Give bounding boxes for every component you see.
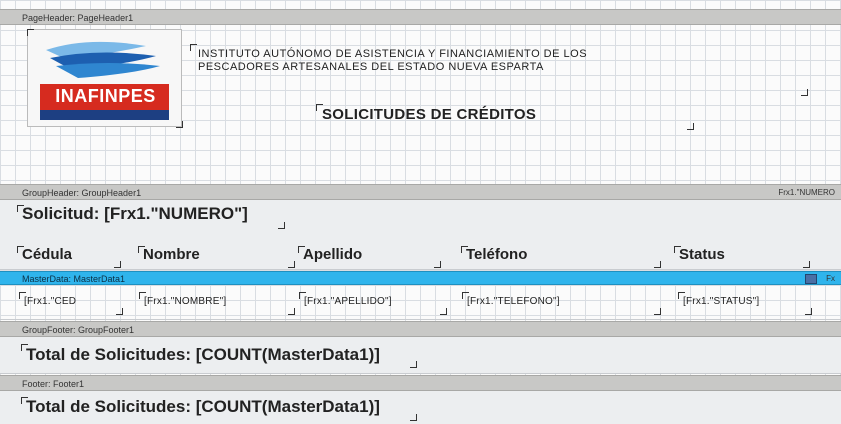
logo-corner-br [176,121,183,128]
telefono-corner-tl [461,246,468,253]
status-corner-br [803,261,810,268]
logo-text: INAFINPES [55,86,156,106]
institution-corner-tl [190,44,197,51]
apellido-corner-tl [298,246,305,253]
group-total-corner-br [410,361,417,368]
solicitud-corner-br [278,222,285,229]
institution-text[interactable]: INSTITUTO AUTÓNOMO DE ASISTENCIA Y FINAN… [198,48,587,74]
page-header-band-title[interactable]: PageHeader: PageHeader1 [0,9,841,25]
page-header-band-label: PageHeader: PageHeader1 [22,13,134,23]
group-header-band-title[interactable]: GroupHeader: GroupHeader1 Frx1."NUMERO [0,184,841,200]
col-header-status[interactable]: Status [679,246,725,263]
field-nombre[interactable]: [Frx1."NOMBRE"] [144,296,226,307]
field-status[interactable]: [Frx1."STATUS"] [683,296,759,307]
group-header-band-label: GroupHeader: GroupHeader1 [22,188,142,198]
footer-total-corner-br [410,414,417,421]
logo-corner-tl [27,29,34,36]
solicitud-corner-tl [17,205,24,212]
col-header-telefono[interactable]: Teléfono [466,246,527,263]
master-data-band-title[interactable]: MasterData: MasterData1 Fx [0,271,841,285]
apellido-field-corner-br [440,308,447,315]
status-field-corner-br [805,308,812,315]
field-apellido[interactable]: [Frx1."APELLIDO"] [304,296,392,307]
group-total-corner-tl [21,344,28,351]
band-options-icon[interactable] [805,274,817,284]
nombre-corner-br [288,261,295,268]
title-corner-tl [316,104,323,111]
master-data-right-label: Fx [826,274,835,283]
status-corner-tl [674,246,681,253]
nombre-field-corner-tl [139,292,146,299]
cedula-corner-tl [17,246,24,253]
field-ced[interactable]: [Frx1."CED [24,296,76,307]
apellido-field-corner-tl [299,292,306,299]
nombre-field-corner-br [288,308,295,315]
cedula-corner-br [114,261,121,268]
footer-total[interactable]: Total de Solicitudes: [COUNT(MasterData1… [26,397,380,417]
telefono-corner-br [654,261,661,268]
report-title[interactable]: SOLICITUDES DE CRÉDITOS [322,106,536,123]
institution-line-2: PESCADORES ARTESANALES DEL ESTADO NUEVA … [198,61,544,73]
field-telefono[interactable]: [Frx1."TELEFONO"] [467,296,560,307]
ced-corner-tl [19,292,26,299]
apellido-corner-br [434,261,441,268]
status-field-corner-tl [678,292,685,299]
master-data-band-label: MasterData: MasterData1 [22,274,126,284]
report-design-area[interactable]: PageHeader: PageHeader1 INAFINPES INSTIT… [0,0,841,424]
group-header-condition: Frx1."NUMERO [778,188,835,197]
col-header-apellido[interactable]: Apellido [303,246,362,263]
inafinpes-logo[interactable]: INAFINPES [27,29,182,127]
title-corner-br [687,123,694,130]
telefono-field-corner-br [654,308,661,315]
institution-corner-br [801,89,808,96]
col-header-cedula[interactable]: Cédula [22,246,72,263]
footer-band-title[interactable]: Footer: Footer1 [0,375,841,391]
group-footer-band-label: GroupFooter: GroupFooter1 [22,325,135,335]
footer-total-corner-tl [21,397,28,404]
footer-band-label: Footer: Footer1 [22,379,85,389]
institution-line-1: INSTITUTO AUTÓNOMO DE ASISTENCIA Y FINAN… [198,48,588,60]
group-footer-total[interactable]: Total de Solicitudes: [COUNT(MasterData1… [26,345,380,365]
telefono-field-corner-tl [462,292,469,299]
nombre-corner-tl [138,246,145,253]
solicitud-field[interactable]: Solicitud: [Frx1."NUMERO"] [22,204,248,224]
logo-image [28,30,181,126]
col-header-nombre[interactable]: Nombre [143,246,200,263]
ced-corner-br [116,308,123,315]
group-footer-band-title[interactable]: GroupFooter: GroupFooter1 [0,321,841,337]
